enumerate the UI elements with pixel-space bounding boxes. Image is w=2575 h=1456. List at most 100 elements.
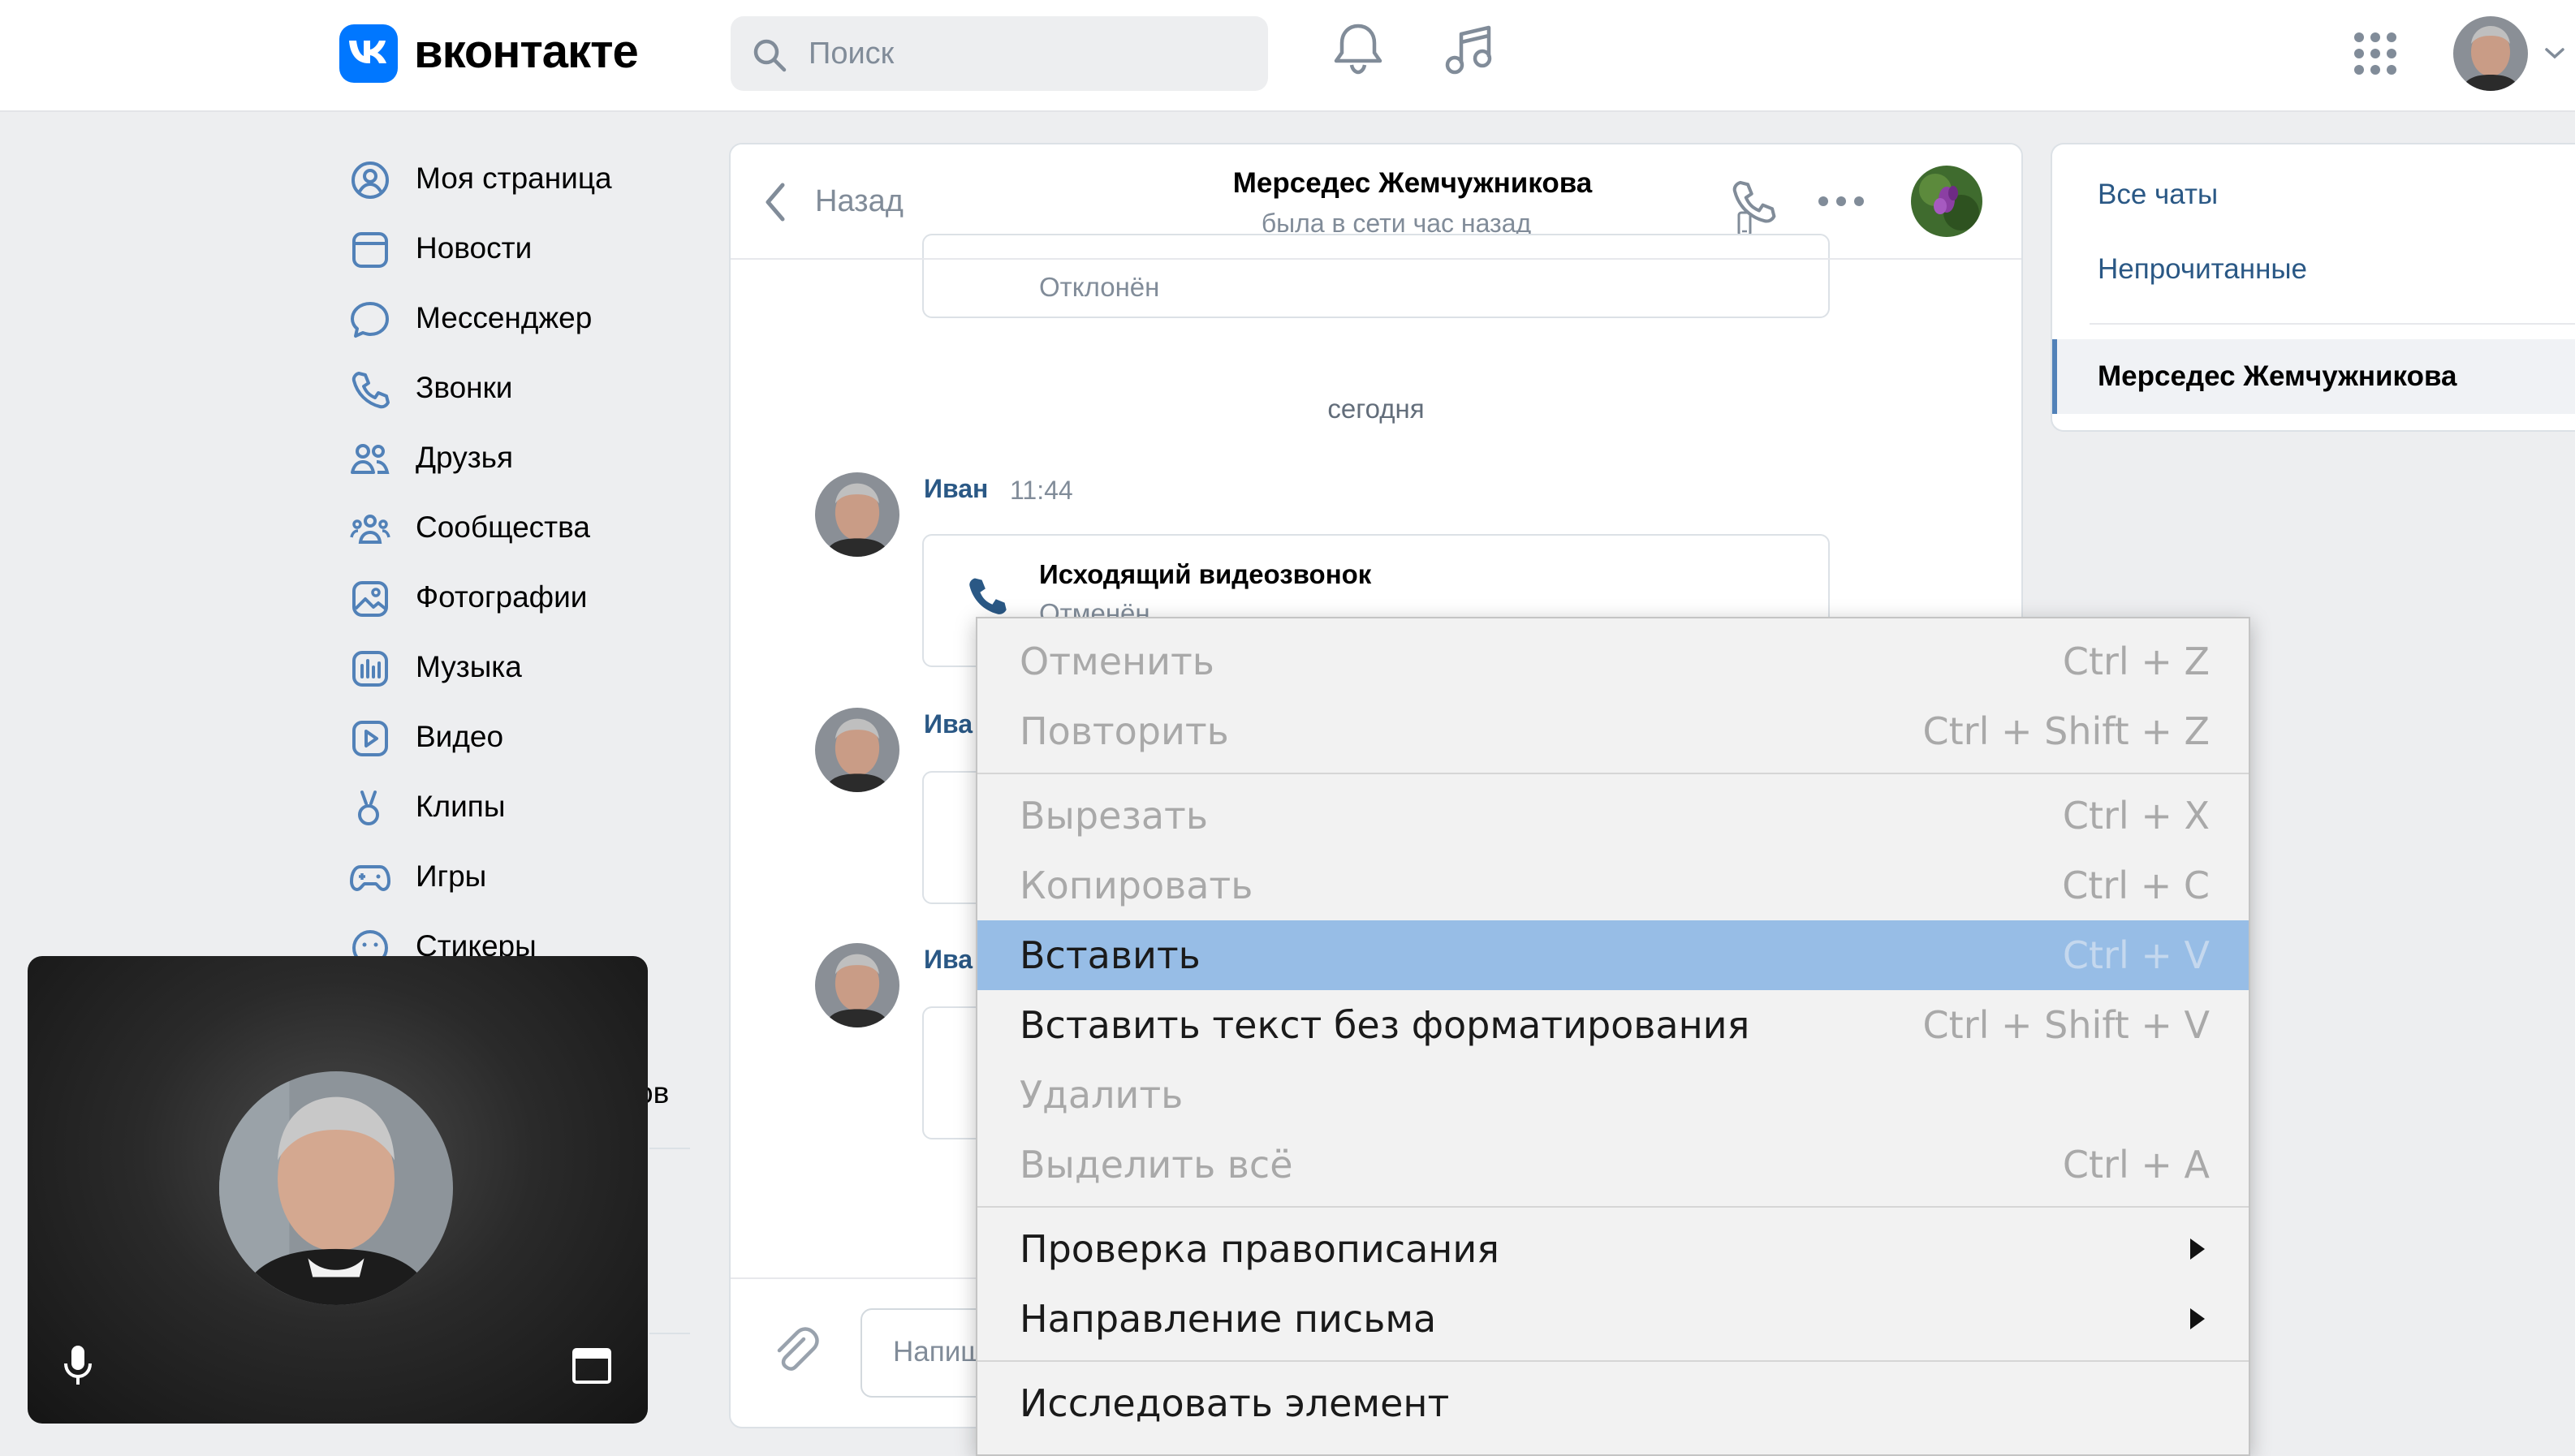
menu-separator (977, 1206, 2249, 1208)
menu-item-label: Копировать (1020, 864, 1253, 907)
gamepad-icon (350, 865, 390, 891)
active-chat-label: Мерседес Жемчужникова (2098, 360, 2457, 392)
call-title: Исходящий видеозвонок (1039, 559, 1372, 589)
phone-icon[interactable] (1729, 177, 1778, 226)
search-icon (753, 39, 787, 72)
sidebar-item-calls[interactable]: Звонки (341, 355, 698, 420)
profile-icon (352, 162, 389, 199)
menu-item-paste-plain[interactable]: Вставить текст без форматирования Ctrl +… (977, 990, 2249, 1060)
sidebar-item-label: Мессенджер (416, 301, 593, 334)
date-divider: сегодня (1327, 394, 1425, 424)
search-box[interactable] (731, 16, 1268, 91)
unread-link[interactable]: Непрочитанные (2098, 252, 2307, 287)
menu-item-shortcut: Ctrl + Shift + Z (1922, 709, 2211, 753)
sidebar-item-label: Моя страница (416, 162, 612, 195)
top-header: вконтакте (0, 0, 2575, 112)
menu-item-redo[interactable]: Повторить Ctrl + Shift + Z (977, 696, 2249, 766)
menu-item-writing-direction[interactable]: Направление письма (977, 1284, 2249, 1354)
sidebar-item-messenger[interactable]: Мессенджер (341, 286, 698, 351)
sidebar-item-label: Новости (416, 231, 533, 265)
back-button[interactable]: Назад (815, 182, 904, 221)
sidebar-item-photos[interactable]: Фотографии (341, 565, 698, 630)
microphone-icon[interactable] (63, 1344, 93, 1386)
sidebar-divider (649, 1333, 690, 1334)
avatar[interactable] (2453, 16, 2528, 91)
window-icon[interactable] (572, 1347, 612, 1385)
active-chat-item[interactable]: Мерседес Жемчужникова (2052, 339, 2575, 414)
sidebar-item-label: Фотографии (416, 580, 588, 614)
active-indicator (2052, 339, 2057, 414)
menu-item-spellcheck[interactable]: Проверка правописания (977, 1214, 2249, 1284)
search-input[interactable] (809, 16, 1247, 91)
video-icon (352, 721, 388, 756)
sidebar-item-news[interactable]: Новости (341, 216, 698, 281)
all-chats-link[interactable]: Все чаты (2098, 177, 2218, 213)
menu-item-shortcut: Ctrl + X (2062, 794, 2210, 838)
vk-logo-icon[interactable] (339, 24, 398, 83)
logo-text[interactable]: вконтакте (414, 23, 639, 81)
music-icon[interactable] (1443, 23, 1497, 76)
message-author[interactable]: Иван (924, 474, 988, 504)
menu-item-label: Выделить всё (1020, 1143, 1293, 1187)
menu-item-label: Вырезать (1020, 794, 1208, 838)
sidebar-item-my-page[interactable]: Моя страница (341, 146, 698, 211)
menu-item-undo[interactable]: Отменить Ctrl + Z (977, 627, 2249, 696)
message-author[interactable]: Ива (924, 945, 973, 975)
sidebar-item-communities[interactable]: Сообщества (341, 495, 698, 560)
contact-avatar[interactable] (1911, 166, 1982, 237)
back-chevron-icon[interactable] (763, 182, 787, 222)
menu-item-paste[interactable]: Вставить Ctrl + V (977, 920, 2249, 990)
call-status: Отклонён (1039, 272, 1160, 302)
chevron-down-icon[interactable] (2544, 47, 2565, 60)
sidebar-item-label: Друзья (416, 441, 513, 474)
menu-item-label: Направление письма (1020, 1297, 1437, 1341)
menu-item-cut[interactable]: Вырезать Ctrl + X (977, 781, 2249, 851)
sidebar-item-friends[interactable]: Друзья (341, 425, 698, 490)
chat-bubble-icon (351, 302, 389, 338)
friends-icon (351, 444, 390, 474)
call-bubble[interactable]: Отклонён (922, 234, 1830, 318)
sidebar-item-label: Сообщества (416, 510, 590, 544)
panel-divider (2090, 323, 2575, 325)
clips-icon (358, 790, 379, 825)
menu-item-label: Исследовать элемент (1020, 1381, 1450, 1425)
apps-grid-icon[interactable] (2353, 31, 2398, 76)
menu-item-label: Вставить текст без форматирования (1020, 1003, 1750, 1047)
message-author[interactable]: Ива (924, 709, 973, 739)
menu-item-label: Повторить (1020, 709, 1229, 753)
sidebar-item-label: Звонки (416, 371, 513, 404)
sidebar-item-label: Видео (416, 720, 504, 753)
menu-item-delete[interactable]: Удалить (977, 1060, 2249, 1130)
avatar[interactable] (815, 708, 899, 792)
menu-item-shortcut: Ctrl + A (2062, 1143, 2210, 1187)
menu-separator (977, 773, 2249, 774)
menu-item-label: Отменить (1020, 640, 1214, 683)
music-icon (352, 651, 388, 687)
sidebar-item-games[interactable]: Игры (341, 844, 698, 909)
more-icon[interactable] (1817, 195, 1865, 208)
contact-name[interactable]: Мерседес Жемчужникова (1055, 164, 1770, 203)
menu-item-copy[interactable]: Копировать Ctrl + C (977, 851, 2249, 920)
video-call-pip[interactable] (28, 956, 648, 1424)
news-icon (352, 232, 388, 268)
chat-folders-panel: Все чаты Непрочитанные Мерседес Жемчужни… (2051, 143, 2575, 432)
menu-item-label: Вставить (1020, 933, 1201, 977)
attach-icon[interactable] (770, 1326, 822, 1378)
bell-icon[interactable] (1331, 19, 1385, 78)
menu-item-shortcut: Ctrl + C (2062, 864, 2210, 907)
sidebar-item-music[interactable]: Музыка (341, 635, 698, 700)
avatar[interactable] (815, 943, 899, 1027)
message-time: 11:44 (1010, 476, 1073, 505)
sidebar-item-label: Музыка (416, 650, 522, 683)
sidebar-item-label: Клипы (416, 790, 506, 823)
submenu-arrow-icon (2190, 1238, 2205, 1260)
avatar[interactable] (815, 472, 899, 557)
menu-item-label: Проверка правописания (1020, 1227, 1499, 1271)
sidebar-item-clips[interactable]: Клипы (341, 774, 698, 839)
menu-item-inspect[interactable]: Исследовать элемент (977, 1368, 2249, 1438)
phone-icon (352, 372, 390, 409)
submenu-arrow-icon (2190, 1308, 2205, 1329)
menu-item-select-all[interactable]: Выделить всё Ctrl + A (977, 1130, 2249, 1200)
sidebar-item-video[interactable]: Видео (341, 704, 698, 769)
menu-item-shortcut: Ctrl + Z (2062, 640, 2210, 683)
